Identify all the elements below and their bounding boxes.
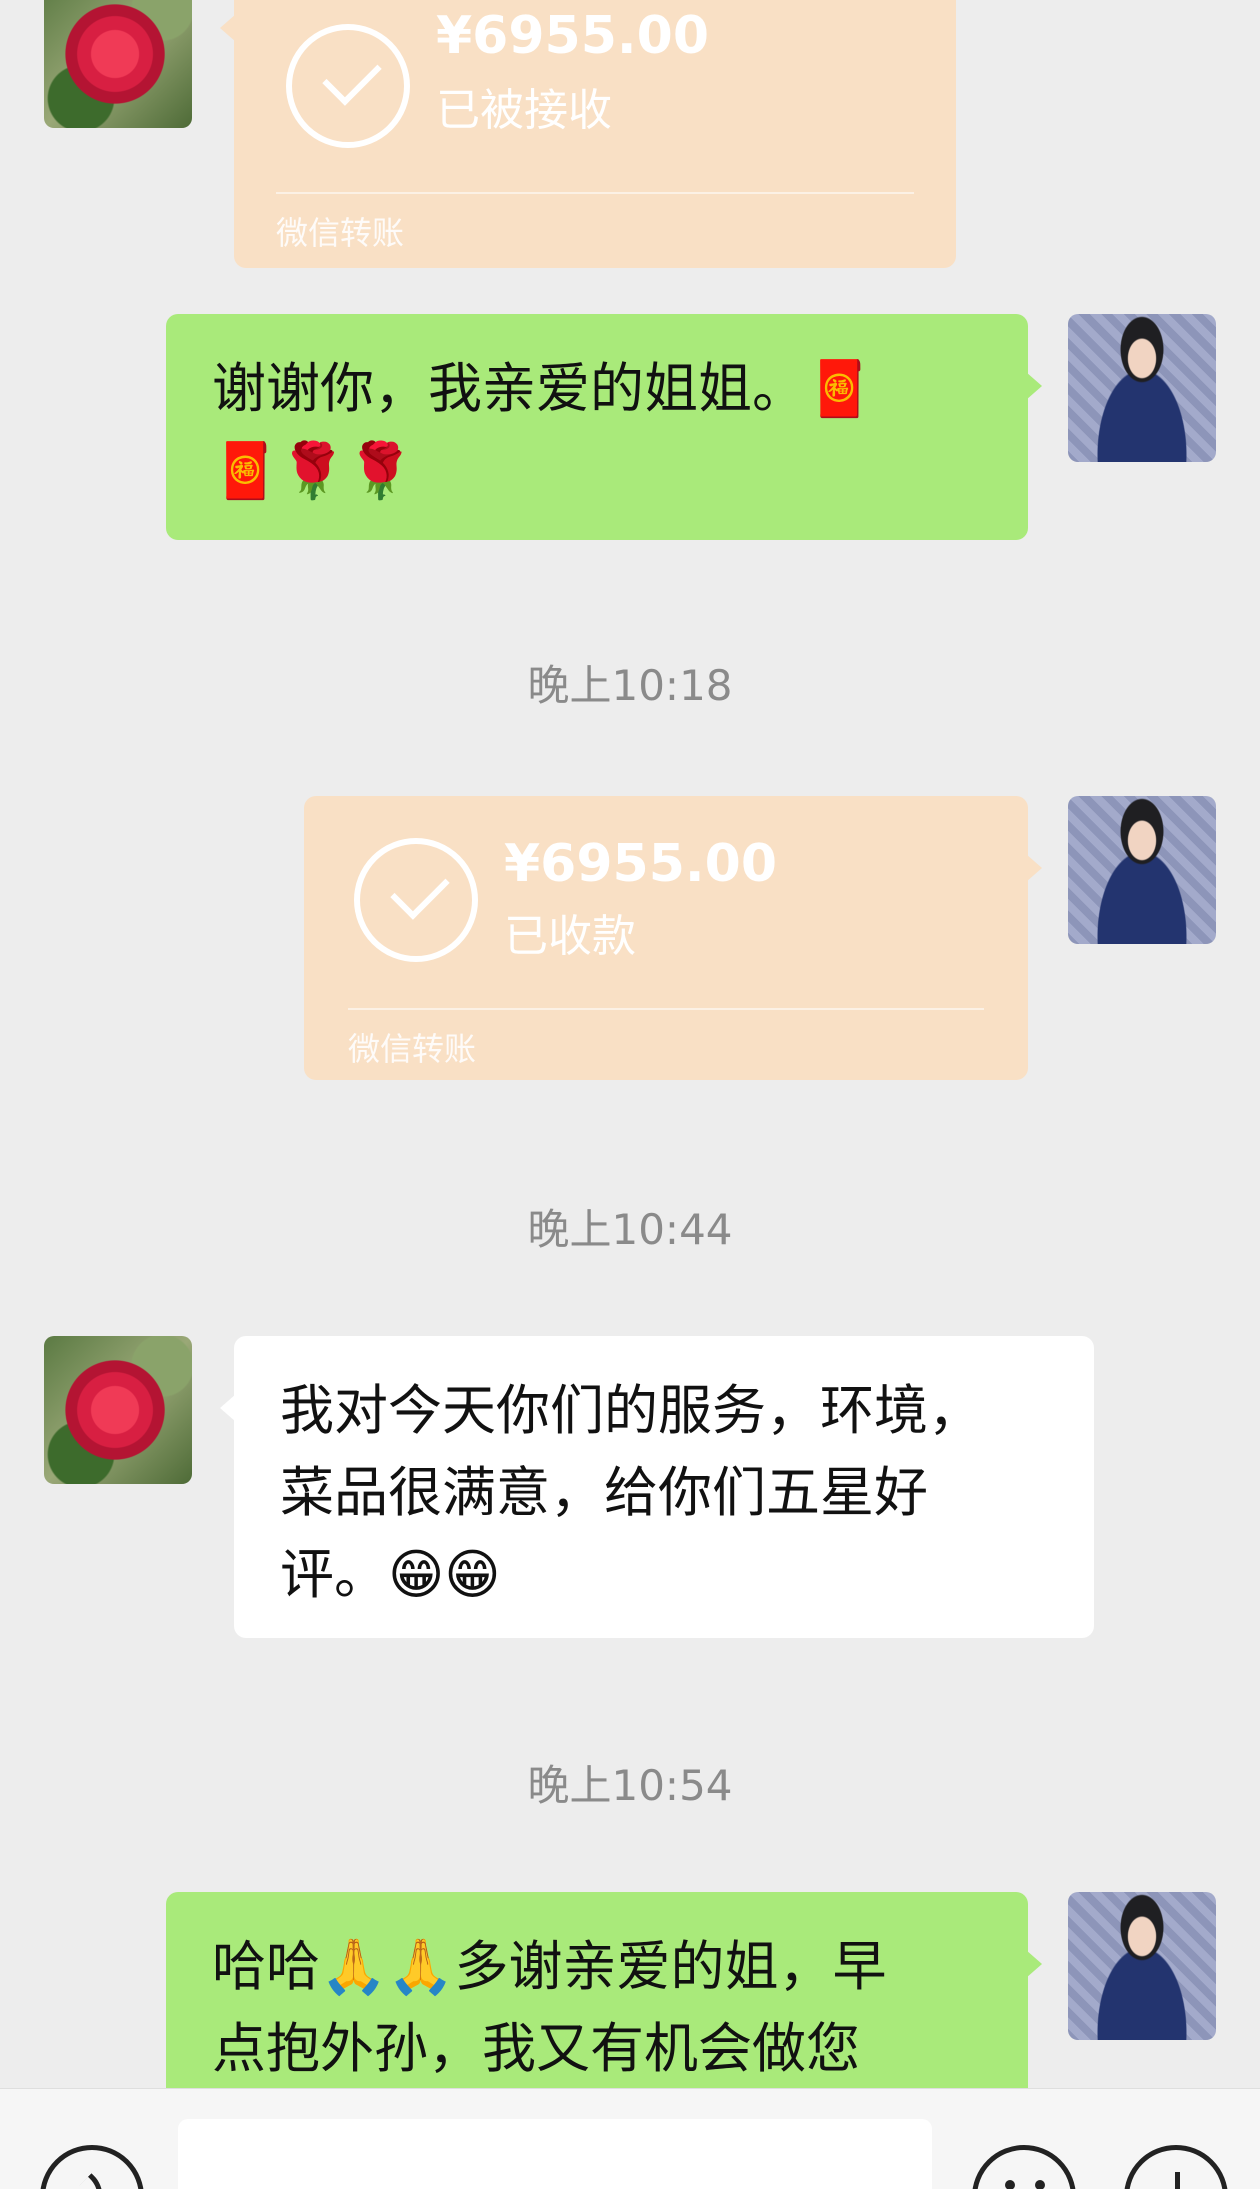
transfer-status: 已被接收 [436, 85, 612, 136]
contact-avatar[interactable] [44, 0, 192, 128]
check-circle-icon [354, 838, 478, 962]
contact-avatar[interactable] [44, 1336, 192, 1484]
message-text: 我对今天你们的服务，环境， 菜品很满意，给你们五星好 评。😁😁 [280, 1379, 982, 1606]
my-avatar[interactable] [1068, 1892, 1216, 2040]
timestamp: 晚上10:54 [527, 1761, 733, 1810]
plus-icon[interactable] [1124, 2145, 1228, 2189]
chat-window: ¥6955.00 已被接收 微信转账 谢谢你，我亲爱的姐姐。🧧 🧧🌹🌹 晚上10… [0, 0, 1260, 2189]
transfer-amount: ¥6955.00 [504, 834, 778, 894]
timestamp: 晚上10:18 [527, 661, 733, 710]
transfer-card-sent[interactable]: ¥6955.00 已收款 微信转账 [304, 796, 1042, 1080]
transfer-divider [348, 1008, 984, 1010]
emoji-icon[interactable] [972, 2145, 1076, 2189]
input-bar [0, 2088, 1260, 2189]
transfer-status: 已收款 [504, 911, 636, 962]
transfer-brand: 微信转账 [348, 1030, 477, 1068]
message-bubble-sent[interactable]: 谢谢你，我亲爱的姐姐。🧧 🧧🌹🌹 [166, 314, 1042, 540]
message-text: 谢谢你，我亲爱的姐姐。🧧 🧧🌹🌹 [212, 357, 874, 502]
transfer-divider [276, 192, 914, 194]
check-circle-icon [286, 24, 410, 148]
transfer-card-received[interactable]: ¥6955.00 已被接收 微信转账 [220, 0, 956, 268]
transfer-amount: ¥6955.00 [436, 6, 710, 66]
transfer-brand: 微信转账 [276, 214, 405, 252]
my-avatar[interactable] [1068, 314, 1216, 462]
timestamp: 晚上10:44 [527, 1205, 733, 1254]
message-input[interactable] [178, 2119, 932, 2189]
voice-icon[interactable] [40, 2145, 144, 2189]
my-avatar[interactable] [1068, 796, 1216, 944]
message-bubble-received[interactable]: 我对今天你们的服务，环境， 菜品很满意，给你们五星好 评。😁😁 [220, 1336, 1094, 1638]
